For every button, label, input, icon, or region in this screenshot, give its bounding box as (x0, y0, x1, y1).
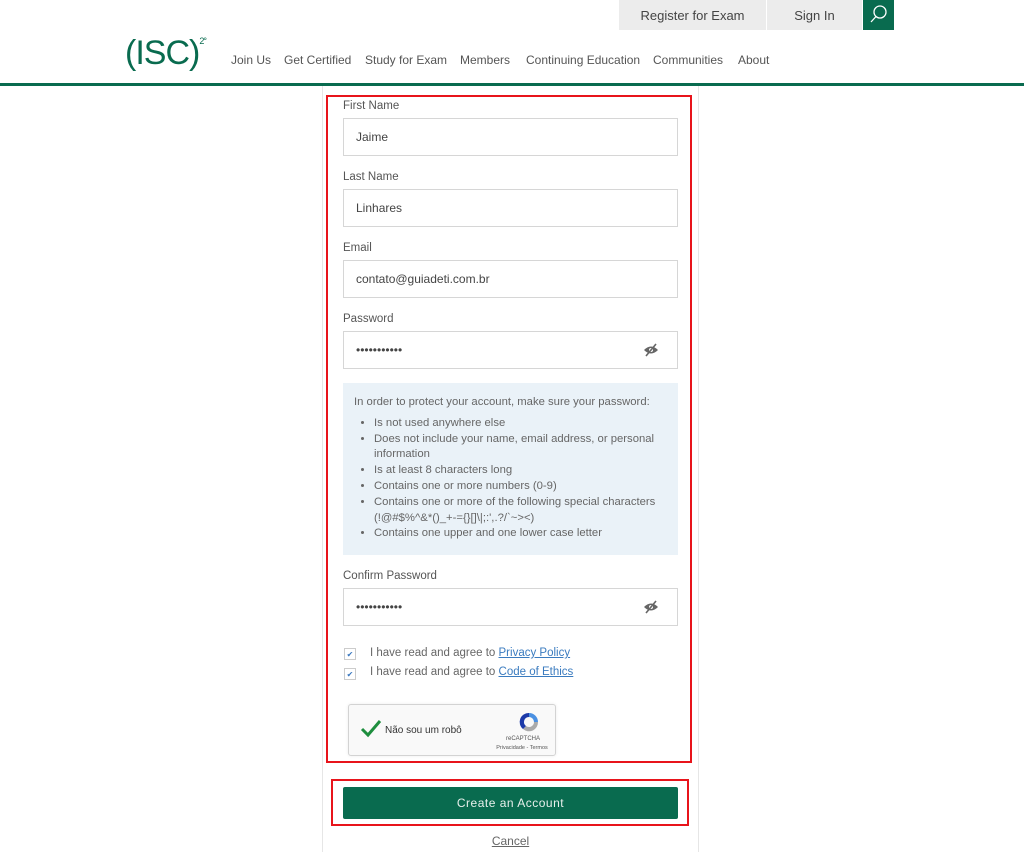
password-value: ••••••••••• (356, 343, 403, 357)
ethics-agree-text: I have read and agree to Code of Ethics (370, 666, 573, 678)
confirm-password-input[interactable]: ••••••••••• (343, 588, 678, 626)
nav-study-for-exam[interactable]: Study for Exam (365, 53, 447, 67)
recaptcha-logo-icon (519, 712, 539, 732)
recaptcha-widget[interactable]: Não sou um robô reCAPTCHA Privacidade - … (348, 704, 556, 756)
requirement-item: Contains one or more numbers (0-9) (374, 479, 667, 495)
requirements-intro: In order to protect your account, make s… (354, 396, 650, 408)
nav-join-us[interactable]: Join Us (231, 53, 271, 67)
logo-text: (ISC) (125, 34, 200, 72)
privacy-policy-checkbox[interactable]: ✔ (344, 648, 356, 660)
password-input[interactable]: ••••••••••• (343, 331, 678, 369)
search-icon (870, 5, 887, 23)
requirement-item: Contains one or more of the following sp… (374, 495, 667, 527)
first-name-label: First Name (343, 100, 400, 112)
sign-in-button[interactable]: Sign In (767, 0, 862, 30)
eye-slash-icon[interactable] (643, 600, 659, 614)
recaptcha-label: Não sou um robô (385, 725, 462, 736)
create-account-button[interactable]: Create an Account (343, 787, 678, 819)
last-name-input[interactable]: Linhares (343, 189, 678, 227)
requirement-item: Does not include your name, email addres… (374, 432, 667, 464)
logo-superscript: 2° (199, 35, 207, 46)
nav-communities[interactable]: Communities (653, 53, 723, 67)
first-name-input[interactable]: Jaime (343, 118, 678, 156)
recaptcha-brand: reCAPTCHA (505, 736, 540, 742)
search-button[interactable] (863, 0, 894, 30)
nav-members[interactable]: Members (460, 53, 510, 67)
privacy-policy-link[interactable]: Privacy Policy (499, 647, 571, 659)
checkmark-icon (360, 720, 382, 738)
agree-prefix: I have read and agree to (370, 647, 499, 659)
password-requirements: In order to protect your account, make s… (343, 383, 678, 555)
code-of-ethics-link[interactable]: Code of Ethics (499, 666, 574, 678)
nav-about[interactable]: About (738, 53, 769, 67)
nav-continuing-education[interactable]: Continuing Education (526, 53, 640, 67)
requirement-item: Is not used anywhere else (374, 416, 667, 432)
cancel-link[interactable]: Cancel (343, 834, 678, 848)
last-name-label: Last Name (343, 171, 399, 183)
email-label: Email (343, 242, 372, 254)
confirm-password-value: ••••••••••• (356, 600, 403, 614)
confirm-password-label: Confirm Password (343, 570, 437, 582)
recaptcha-links[interactable]: Privacidade - Termos (489, 745, 555, 751)
password-label: Password (343, 313, 394, 325)
eye-slash-icon[interactable] (643, 343, 659, 357)
email-input[interactable]: contato@guiadeti.com.br (343, 260, 678, 298)
privacy-agree-text: I have read and agree to Privacy Policy (370, 647, 570, 659)
requirement-item: Contains one upper and one lower case le… (374, 526, 667, 542)
register-for-exam-button[interactable]: Register for Exam (619, 0, 766, 30)
checkmark-icon: ✔ (346, 649, 354, 659)
nav-get-certified[interactable]: Get Certified (284, 53, 351, 67)
code-of-ethics-checkbox[interactable]: ✔ (344, 668, 356, 680)
checkmark-icon: ✔ (346, 669, 354, 679)
agree-prefix: I have read and agree to (370, 666, 499, 678)
requirement-item: Is at least 8 characters long (374, 463, 667, 479)
isc2-logo[interactable]: (ISC)2° (125, 34, 207, 73)
